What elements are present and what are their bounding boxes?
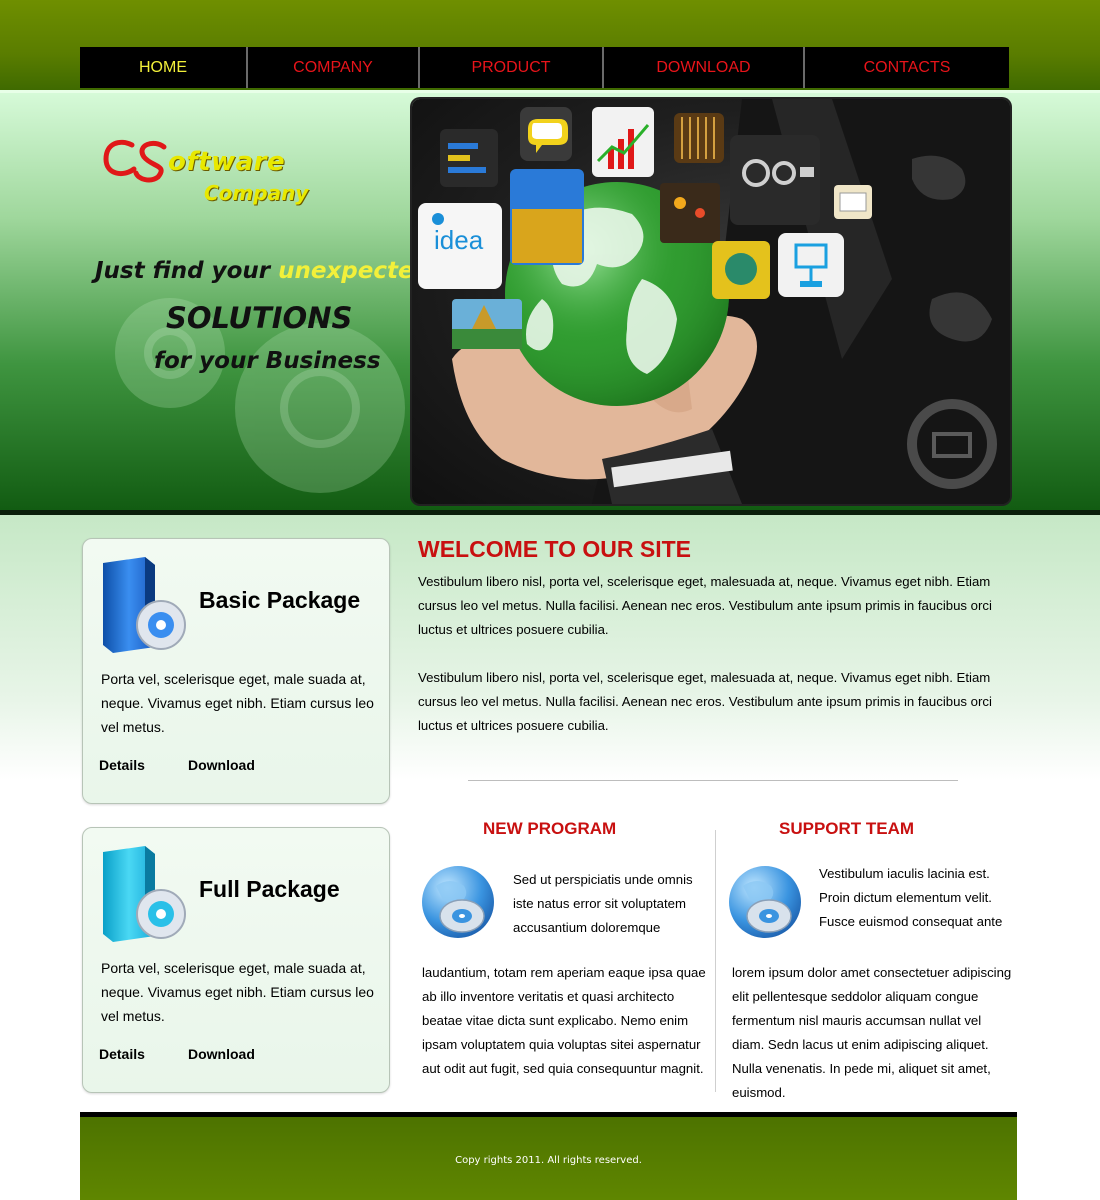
full-package-download-link[interactable]: Download [188,1046,255,1062]
full-package-card: Full Package Porta vel, scelerisque eget… [82,827,390,1093]
main-nav: HOME COMPANY PRODUCT DOWNLOAD CONTACTS [80,47,1009,88]
full-package-details-link[interactable]: Details [99,1046,145,1062]
nav-company[interactable]: COMPANY [248,47,420,88]
nav-home[interactable]: HOME [80,47,248,88]
support-team-body: lorem ipsum dolor amet consectetuer adip… [732,965,1012,1100]
copyright-text: Copy rights 2011. All rights reserved. [455,1155,642,1166]
tagline-lead: Just find your [95,258,271,284]
welcome-paragraph-2: Vestibulum libero nisl, porta vel, scele… [418,670,992,733]
welcome-heading: WELCOME TO OUR SITE [418,536,692,562]
basic-package-text: Porta vel, scelerisque eget, male suada … [101,671,374,735]
logo-subtitle: Company [204,181,309,205]
hand-globe-illustration: idea [418,99,1010,504]
nav-download[interactable]: DOWNLOAD [604,47,805,88]
nav-product[interactable]: PRODUCT [420,47,604,88]
company-logo[interactable]: oftware Company [102,137,342,217]
globe-disc-icon [729,866,801,938]
new-program-heading: NEW PROGRAM [483,819,617,838]
new-program-intro: Sed ut perspiciatis unde omnis iste natu… [513,872,693,935]
idea-tile-label: idea [434,225,484,255]
footer: Copy rights 2011. All rights reserved. [80,1112,1017,1200]
column-divider [715,830,716,1092]
support-team-intro: Vestibulum iaculis lacinia est. Proin di… [819,866,1003,929]
logo-mark-icon [103,139,167,183]
tagline-line-1: Just find your unexpected [95,258,430,284]
top-bar: HOME COMPANY PRODUCT DOWNLOAD CONTACTS [0,0,1100,90]
basic-package-download-link[interactable]: Download [188,757,255,773]
basic-package-title: Basic Package [199,587,361,613]
software-box-icon [103,557,186,653]
support-team-heading: SUPPORT TEAM [779,819,915,838]
full-package-title: Full Package [199,876,340,902]
section-divider [468,780,958,781]
tagline-solutions: SOLUTIONS [166,301,353,335]
nav-contacts[interactable]: CONTACTS [805,47,1009,88]
basic-package-card: Basic Package Porta vel, scelerisque ege… [82,538,390,804]
hero-image: idea [412,99,1010,504]
welcome-paragraph-1: Vestibulum libero nisl, porta vel, scele… [418,574,992,637]
software-box-icon [103,846,186,942]
globe-disc-icon [422,866,494,938]
logo-word: oftware [168,147,286,177]
tagline-business: for your Business [154,348,381,374]
tagline-highlight: unexpected [278,258,431,284]
new-program-body: laudantium, totam rem aperiam eaque ipsa… [422,965,706,1076]
basic-package-details-link[interactable]: Details [99,757,145,773]
full-package-text: Porta vel, scelerisque eget, male suada … [101,960,374,1024]
